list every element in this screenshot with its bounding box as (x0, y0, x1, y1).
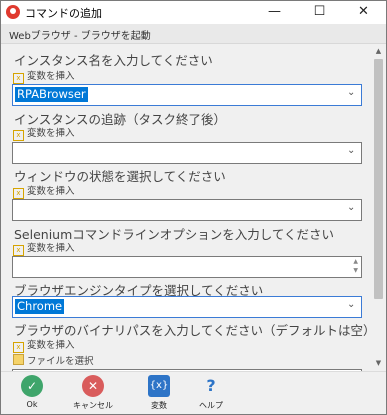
maximize-button[interactable]: ☐ (297, 1, 342, 24)
selenium-insert-variable-link[interactable]: x 変数を挿入 (13, 240, 75, 256)
variable-button[interactable]: {x} 変数 (145, 375, 173, 411)
chevron-down-icon[interactable]: ⌄ (347, 203, 357, 213)
cancel-label: キャンセル (73, 401, 113, 410)
help-button[interactable]: ? ヘルプ (197, 375, 225, 411)
tracking-insert-variable-link[interactable]: x 変数を挿入 (13, 125, 75, 141)
window-title: コマンドの追加 (25, 7, 102, 20)
insert-variable-text: 変数を挿入 (27, 128, 75, 139)
instance-name-value: RPABrowser (15, 87, 88, 102)
question-icon: ? (206, 376, 216, 395)
variable-label: 変数 (151, 401, 167, 410)
chevron-down-icon[interactable]: ⌄ (347, 88, 357, 98)
x-icon: ✕ (82, 375, 104, 397)
scrollbar-thumb[interactable] (374, 59, 383, 299)
check-icon: ✓ (21, 375, 43, 397)
ok-label: Ok (26, 400, 38, 409)
window-state-insert-variable-link[interactable]: x 変数を挿入 (13, 183, 75, 199)
scroll-up-arrow-icon[interactable]: ▲ (371, 44, 386, 59)
ok-button[interactable]: ✓ Ok (15, 375, 49, 409)
app-icon (6, 5, 20, 19)
binary-insert-variable-link[interactable]: x 変数を挿入 (13, 337, 75, 353)
close-button[interactable]: ✕ (341, 1, 386, 24)
variable-icon: x (13, 73, 24, 84)
instance-name-label: インスタンス名を入力してください (14, 53, 213, 68)
instance-insert-variable-link[interactable]: x 変数を挿入 (13, 68, 75, 84)
insert-variable-text: 変数を挿入 (27, 340, 75, 351)
variable-icon: x (13, 342, 24, 353)
scroll-up-icon[interactable]: ▲ (353, 258, 358, 265)
instance-name-combobox[interactable]: RPABrowser ⌄ (12, 84, 362, 106)
scroll-down-arrow-icon[interactable]: ▼ (371, 356, 386, 371)
select-file-text: ファイルを選択 (27, 356, 94, 367)
browser-engine-combobox[interactable]: Chrome ⌄ (12, 296, 362, 318)
cancel-button[interactable]: ✕ キャンセル (73, 375, 113, 411)
minimize-button[interactable]: — (252, 1, 297, 24)
variable-icon: x (13, 188, 24, 199)
insert-variable-text: 変数を挿入 (27, 243, 75, 254)
browser-engine-value: Chrome (15, 299, 65, 314)
window-state-combobox[interactable]: ⌄ (12, 199, 362, 221)
select-file-link[interactable]: ファイルを選択 (13, 353, 94, 367)
insert-variable-text: 変数を挿入 (27, 71, 75, 82)
variable-icon: {x} (148, 375, 170, 397)
variable-icon: x (13, 130, 24, 141)
command-header: Webブラウザ - ブラウザを起動 (1, 24, 386, 44)
help-label: ヘルプ (199, 401, 223, 410)
title-bar: コマンドの追加 — ☐ ✕ (1, 1, 386, 24)
vertical-scrollbar[interactable]: ▲ ▼ (371, 44, 386, 371)
button-bar: ✓ Ok ✕ キャンセル {x} 変数 ? ヘルプ (1, 371, 386, 414)
scroll-down-icon[interactable]: ▼ (353, 267, 358, 274)
folder-icon (13, 354, 24, 365)
tracking-combobox[interactable]: ⌄ (12, 142, 362, 164)
chevron-down-icon[interactable]: ⌄ (347, 146, 357, 156)
insert-variable-text: 変数を挿入 (27, 186, 75, 197)
chevron-down-icon[interactable]: ⌄ (347, 300, 357, 310)
variable-icon: x (13, 245, 24, 256)
selenium-options-input[interactable]: ▲ ▼ (12, 256, 362, 278)
command-title: Webブラウザ - ブラウザを起動 (9, 31, 151, 42)
add-command-window: コマンドの追加 — ☐ ✕ Webブラウザ - ブラウザを起動 インスタンス名を… (0, 0, 387, 415)
form-content: インスタンス名を入力してください x 変数を挿入 RPABrowser ⌄ インス… (1, 44, 371, 371)
